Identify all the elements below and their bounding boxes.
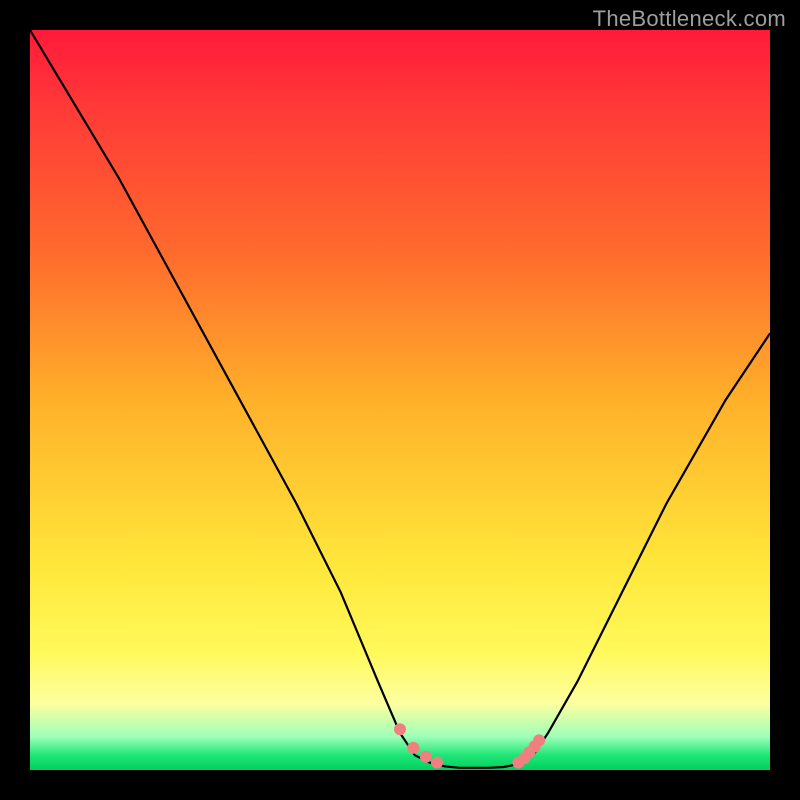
watermark-text: TheBottleneck.com <box>593 6 786 32</box>
bottleneck-curve <box>30 30 770 770</box>
highlight-dot <box>533 734 545 746</box>
highlight-dots <box>394 723 545 768</box>
chart-frame: TheBottleneck.com <box>0 0 800 800</box>
curve-path <box>30 30 770 768</box>
highlight-dot <box>431 757 443 769</box>
plot-area <box>30 30 770 770</box>
highlight-dot <box>420 751 432 763</box>
highlight-dot <box>407 742 419 754</box>
highlight-dot <box>394 723 406 735</box>
